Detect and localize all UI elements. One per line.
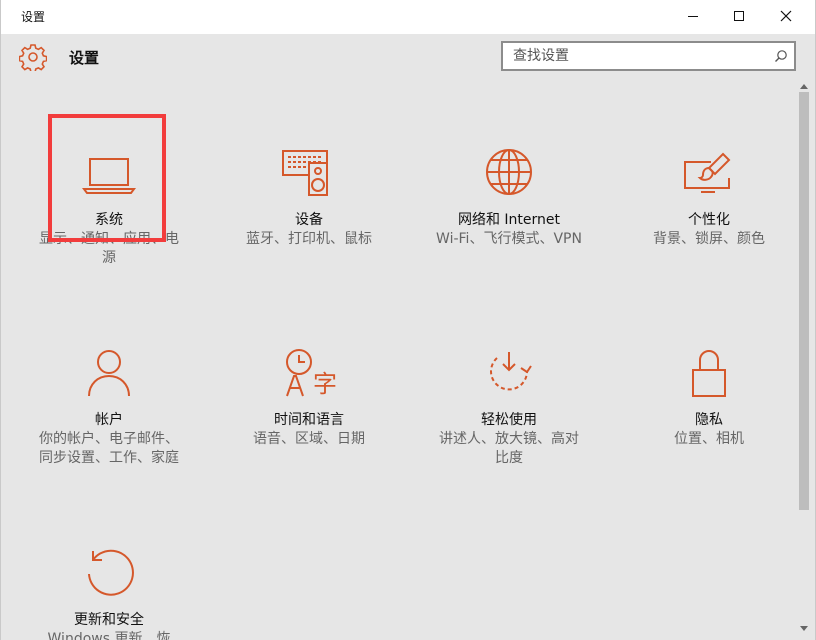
tile-description: 位置、相机 [674, 431, 744, 447]
tile-description: 语音、区域、日期 [253, 431, 365, 447]
tile-accounts[interactable]: 帐户 你的帐户、电子邮件、 同步设置、工作、家庭 [9, 348, 209, 468]
maximize-icon [734, 11, 744, 21]
tile-description: 你的帐户、电子邮件、 [39, 431, 179, 447]
tile-label: 轻松使用 [481, 412, 537, 428]
scroll-thumb[interactable] [799, 92, 809, 510]
tile-description: 背景、锁屏、颜色 [653, 231, 765, 247]
tile-description: 蓝牙、打印机、鼠标 [246, 231, 372, 247]
tile-description: Windows 更新、恢 [47, 631, 171, 640]
laptop-icon [82, 158, 136, 194]
search-box[interactable] [501, 41, 796, 71]
svg-text:字: 字 [313, 370, 337, 398]
tile-label: 设备 [295, 212, 323, 228]
tile-label: 更新和安全 [74, 612, 144, 628]
tile-description: 比度 [495, 450, 523, 466]
tile-devices[interactable]: 设备 蓝牙、打印机、鼠标 [209, 148, 409, 249]
gear-icon [19, 44, 47, 71]
chevron-up-icon [800, 84, 808, 89]
tile-description: 源 [102, 250, 116, 266]
person-icon [88, 350, 130, 397]
refresh-icon [88, 549, 134, 596]
tile-label: 个性化 [688, 212, 730, 228]
tile-description: Wi-Fi、飞行模式、VPN [436, 231, 582, 247]
close-button[interactable] [763, 0, 809, 32]
paint-icon [684, 152, 731, 193]
tile-description: 同步设置、工作、家庭 [39, 450, 179, 466]
chevron-down-icon [800, 626, 808, 631]
settings-window: 设置 设置 查找设置 系统 显示、通知、应用、电 源 设备 蓝牙、打印机、鼠标 … [0, 0, 816, 640]
scroll-down-button[interactable] [798, 623, 810, 635]
title-bar: 设置 [1, 0, 815, 34]
ease-of-access-icon [490, 352, 532, 391]
tile-label: 网络和 Internet [457, 212, 561, 228]
tile-label: 系统 [95, 212, 123, 228]
tile-system[interactable]: 系统 显示、通知、应用、电 源 [9, 148, 209, 268]
tile-label: 帐户 [95, 412, 123, 428]
search-icon[interactable] [774, 49, 788, 63]
maximize-button[interactable] [716, 0, 762, 32]
tile-personalization[interactable]: 个性化 背景、锁屏、颜色 [609, 148, 809, 249]
tile-description: 显示、通知、应用、电 [39, 231, 179, 247]
time-language-icon: 字 [286, 349, 337, 398]
scroll-up-button[interactable] [798, 80, 810, 92]
close-icon [780, 10, 792, 22]
minimize-button[interactable] [670, 0, 716, 32]
search-input[interactable] [513, 47, 763, 65]
minimize-icon [688, 16, 698, 17]
tile-privacy[interactable]: 隐私 位置、相机 [609, 348, 809, 449]
tile-description: 讲述人、放大镜、高对 [439, 431, 579, 447]
devices-icon [282, 150, 328, 196]
settings-header: 设置 [1, 34, 815, 80]
tile-label: 时间和语言 [274, 412, 344, 428]
tile-time-language[interactable]: 字 时间和语言 语音、区域、日期 [209, 348, 409, 449]
window-title: 设置 [21, 10, 46, 24]
globe-icon [486, 149, 532, 195]
lock-icon [692, 350, 726, 397]
tile-ease-of-access[interactable]: 轻松使用 讲述人、放大镜、高对 比度 [409, 348, 609, 468]
page-title: 设置 [69, 49, 100, 67]
tile-network[interactable]: 网络和 Internet Wi-Fi、飞行模式、VPN [409, 148, 609, 249]
vertical-scrollbar[interactable] [798, 80, 810, 635]
tile-update-security[interactable]: 更新和安全 Windows 更新、恢 [9, 548, 209, 640]
tile-label: 隐私 [695, 412, 723, 428]
